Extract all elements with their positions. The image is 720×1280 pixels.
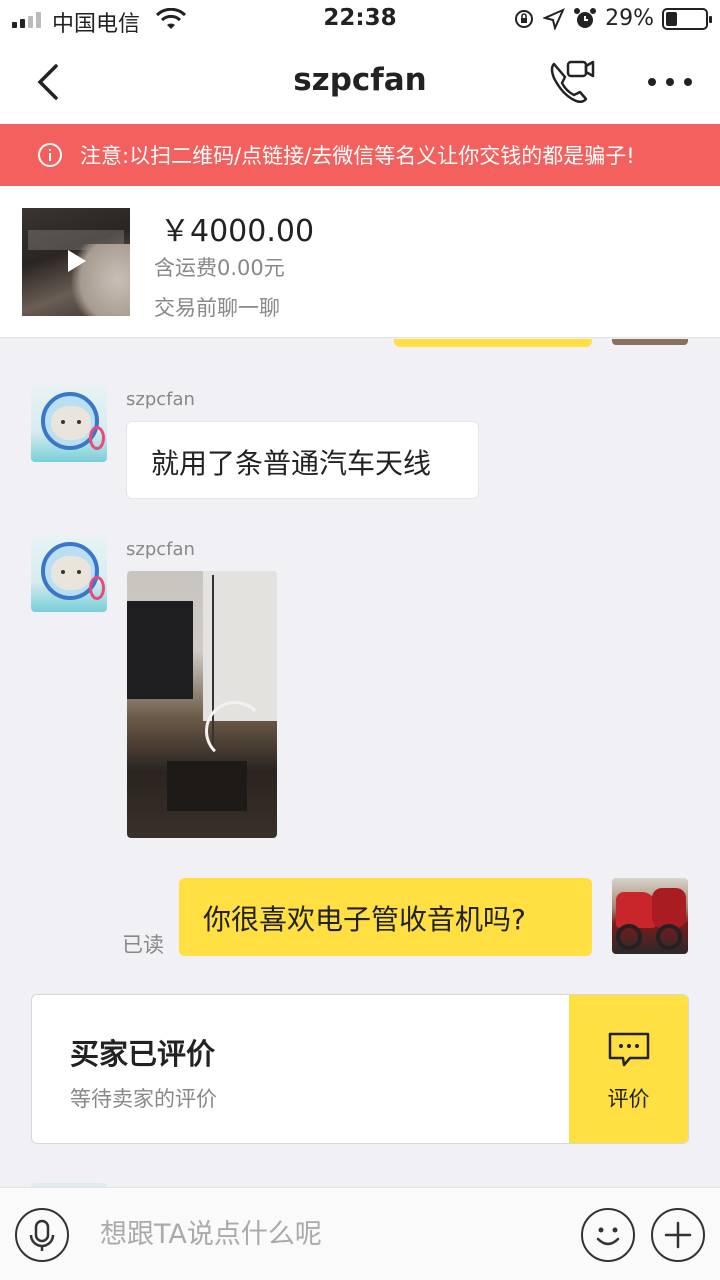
sender-avatar[interactable] [31,536,107,612]
sender-name: szpcfan [126,539,195,560]
chat-messages[interactable]: szpcfan 就用了条普通汽车天线 szpcfan 已读 你很喜欢电子管收音机… [0,339,720,1187]
review-button[interactable]: 评价 [569,995,688,1143]
rotation-lock-icon [515,9,534,28]
play-icon[interactable] [68,250,86,272]
my-avatar[interactable] [612,878,688,954]
scam-warning-banner: 注意:以扫二维码/点链接/去微信等名义让你交钱的都是骗子! [0,124,720,186]
sender-avatar[interactable] [31,386,107,462]
status-bar: 中国电信 22:38 29% [0,0,720,40]
previous-bubble-partial [394,339,592,347]
plus-icon [664,1221,692,1249]
video-call-icon[interactable] [546,56,596,106]
incoming-message-bubble[interactable]: 就用了条普通汽车天线 [126,421,479,499]
product-card[interactable]: ￥4000.00 含运费0.00元 交易前聊一聊 [0,186,720,338]
product-price: ￥4000.00 [160,214,315,249]
outgoing-message-bubble[interactable]: 你很喜欢电子管收音机吗? [179,878,592,956]
back-chevron-icon[interactable] [28,60,72,104]
message-input[interactable] [90,1204,560,1264]
input-bar [0,1187,720,1280]
smiley-icon [596,1227,620,1246]
sender-name: szpcfan [126,389,195,410]
comment-icon [608,1032,650,1067]
review-card: 买家已评价 等待卖家的评价 评价 [31,994,689,1144]
image-message[interactable] [127,571,277,838]
product-video-thumbnail[interactable] [22,208,130,316]
shipping-fee: 含运费0.00元 [154,256,285,280]
nav-bar: szpcfan [0,40,720,124]
more-options-button[interactable] [651,1208,705,1262]
more-icon[interactable] [646,62,694,102]
emoji-button[interactable] [581,1208,635,1262]
review-status-subtitle: 等待卖家的评价 [70,1087,217,1111]
pre-chat-label: 交易前聊一聊 [154,296,280,320]
read-receipt: 已读 [122,933,164,957]
location-icon [543,7,566,30]
alarm-icon [574,7,597,28]
chat-title: szpcfan [293,62,427,98]
warning-text: 注意:以扫二维码/点链接/去微信等名义让你交钱的都是骗子! [80,144,635,168]
review-button-label: 评价 [607,1087,650,1111]
info-icon [38,143,62,167]
voice-button[interactable] [15,1208,69,1262]
battery-fill [666,11,677,26]
battery-percent: 29% [605,6,654,31]
review-status-title: 买家已评价 [70,1037,216,1071]
battery-icon [662,7,712,30]
previous-avatar-partial [612,339,688,345]
microphone-icon [29,1219,55,1251]
